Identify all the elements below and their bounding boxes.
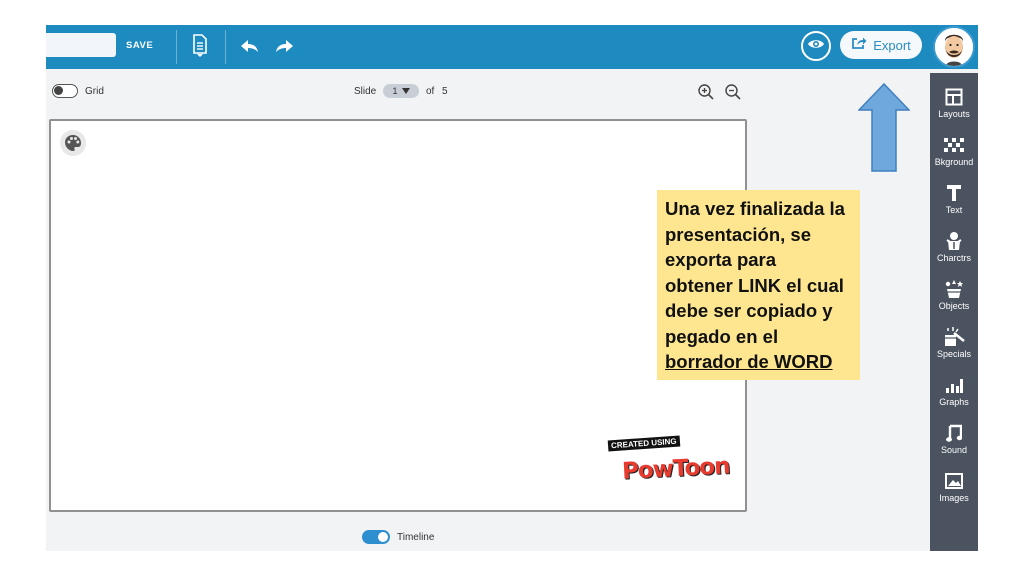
save-button[interactable]: SAVE bbox=[126, 37, 153, 55]
sidebar-item-layouts[interactable]: Layouts bbox=[930, 79, 978, 127]
document-icon[interactable] bbox=[189, 34, 211, 57]
sidebar-item-text[interactable]: Text bbox=[930, 175, 978, 223]
sound-icon bbox=[943, 423, 965, 443]
timeline-toggle-knob bbox=[378, 532, 388, 542]
callout-line: pegado en el bbox=[665, 325, 779, 347]
avatar[interactable] bbox=[933, 26, 975, 68]
sidebar-item-images[interactable]: Images bbox=[930, 463, 978, 511]
grid-toggle[interactable] bbox=[52, 84, 78, 98]
callout-line: debe ser copiado y bbox=[665, 300, 833, 321]
callout-line: exporta para bbox=[665, 249, 777, 270]
zoom-out-icon[interactable] bbox=[724, 83, 742, 101]
characters-icon bbox=[943, 231, 965, 251]
sidebar-item-label: Text bbox=[945, 205, 963, 215]
sidebar-item-graphs[interactable]: Graphs bbox=[930, 367, 978, 415]
callout-line-underlined: borrador de WORD bbox=[665, 351, 833, 372]
eye-icon bbox=[807, 37, 825, 55]
chevron-down-icon bbox=[401, 86, 410, 96]
objects-icon bbox=[943, 279, 965, 299]
sidebar-item-sound[interactable]: Sound bbox=[930, 415, 978, 463]
watermark-created-using: CREATED USING bbox=[607, 435, 680, 452]
background-icon bbox=[943, 135, 965, 155]
callout-line: presentación, se bbox=[665, 223, 812, 245]
images-icon bbox=[943, 471, 965, 491]
timeline-label: Timeline bbox=[397, 532, 435, 543]
top-toolbar: SAVE Export bbox=[46, 25, 930, 69]
undo-icon[interactable] bbox=[239, 35, 261, 57]
text-icon bbox=[943, 183, 965, 203]
sidebar-item-label: Specials bbox=[936, 349, 972, 359]
sidebar-item-specials[interactable]: Specials bbox=[930, 319, 978, 367]
instruction-callout: Una vez finalizada la presentación, se e… bbox=[657, 190, 860, 380]
sidebar-item-objects[interactable]: Objects bbox=[930, 271, 978, 319]
slide-current: 1 bbox=[392, 86, 398, 96]
sidebar-item-label: Sound bbox=[940, 445, 968, 455]
grid-label: Grid bbox=[85, 86, 104, 97]
slide-of-label: of bbox=[426, 86, 435, 97]
slide-label: Slide bbox=[354, 86, 377, 97]
slide-number-select[interactable]: 1 bbox=[383, 84, 419, 98]
graphs-icon bbox=[943, 375, 965, 395]
powtoon-watermark: CREATED USING PowToon bbox=[606, 435, 730, 494]
toolbar-divider bbox=[176, 30, 177, 64]
timeline-toggle[interactable] bbox=[362, 530, 390, 544]
sidebar-item-label: Images bbox=[939, 493, 969, 503]
callout-line: Una vez finalizada la bbox=[665, 198, 845, 219]
asset-sidebar: Layouts Bkground Text Charctrs Objects S… bbox=[930, 73, 978, 551]
title-input[interactable] bbox=[46, 33, 116, 57]
slide-canvas[interactable]: CREATED USING PowToon bbox=[49, 119, 747, 512]
palette-icon[interactable] bbox=[60, 130, 86, 156]
export-label: Export bbox=[873, 37, 911, 53]
sidebar-item-label: Layouts bbox=[938, 109, 970, 119]
specials-icon bbox=[943, 327, 965, 347]
sidebar-item-label: Bkground bbox=[934, 157, 974, 167]
grid-toggle-knob bbox=[54, 86, 63, 95]
export-button[interactable]: Export bbox=[840, 31, 922, 59]
slide-total: 5 bbox=[442, 86, 448, 97]
zoom-in-icon[interactable] bbox=[697, 83, 715, 101]
sidebar-item-label: Objects bbox=[938, 301, 970, 311]
callout-line: obtener LINK el cual bbox=[665, 274, 844, 296]
toolbar-divider bbox=[225, 30, 226, 64]
user-menu[interactable] bbox=[930, 25, 978, 69]
sidebar-item-label: Charctrs bbox=[936, 253, 971, 263]
export-icon bbox=[851, 36, 867, 55]
watermark-brand: PowToon bbox=[621, 453, 731, 485]
redo-icon[interactable] bbox=[273, 35, 295, 57]
arrow-up-icon bbox=[858, 83, 910, 172]
sidebar-item-label: Graphs bbox=[939, 397, 969, 407]
layouts-icon bbox=[943, 87, 965, 107]
sidebar-item-charctrs[interactable]: Charctrs bbox=[930, 223, 978, 271]
sidebar-item-bkground[interactable]: Bkground bbox=[930, 127, 978, 175]
preview-button[interactable] bbox=[801, 31, 831, 61]
